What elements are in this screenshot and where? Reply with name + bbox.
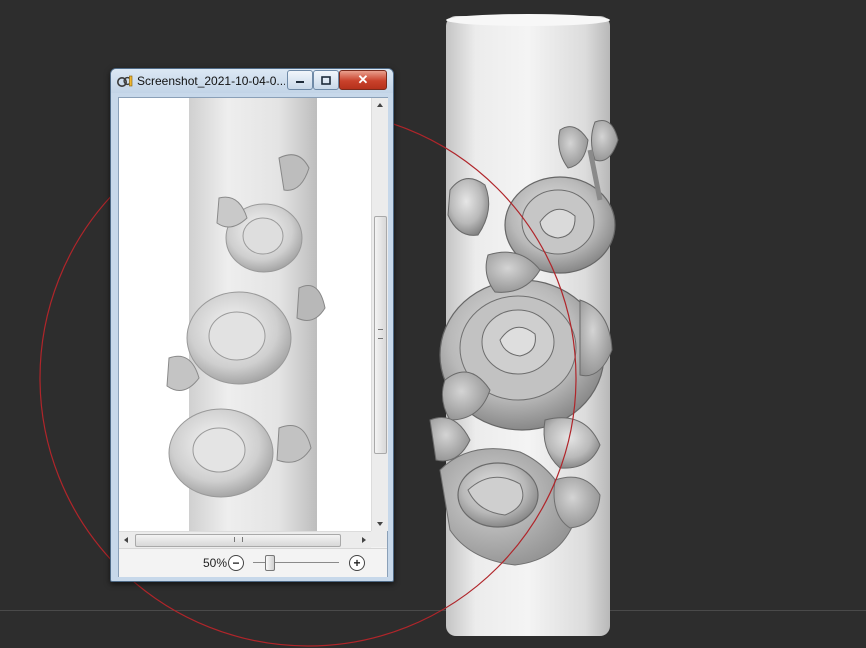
scroll-left-arrow-icon	[124, 537, 128, 543]
zoom-slider-thumb[interactable]	[265, 555, 275, 571]
close-button[interactable]: ✕	[339, 70, 387, 90]
zoom-in-button[interactable]: +	[349, 555, 365, 571]
maximize-button[interactable]	[313, 70, 339, 90]
displayed-photo[interactable]	[119, 98, 371, 531]
scroll-right-arrow-icon	[362, 537, 366, 543]
photo-viewer-app-icon	[117, 75, 133, 87]
scroll-left-button[interactable]	[119, 532, 133, 548]
photo-viewer-window[interactable]: Screenshot_2021-10-04-0... ✕ 50% − +	[110, 68, 394, 582]
zoom-status-bar: 50% − +	[119, 548, 387, 577]
minimize-icon	[296, 81, 304, 83]
vertical-scrollbar[interactable]	[371, 98, 388, 531]
zoom-out-button[interactable]: −	[228, 555, 244, 571]
rose-cylinder-photo	[119, 98, 371, 531]
zoom-in-icon: +	[353, 556, 361, 570]
window-title: Screenshot_2021-10-04-0...	[137, 74, 285, 88]
zoom-level-label: 50%	[202, 556, 227, 570]
scroll-up-arrow-icon	[377, 103, 383, 107]
window-title-bar[interactable]: Screenshot_2021-10-04-0... ✕	[111, 69, 393, 93]
vertical-scroll-thumb[interactable]	[374, 216, 387, 454]
horizontal-scrollbar[interactable]	[119, 531, 371, 548]
zoom-out-icon: −	[232, 556, 240, 570]
scrollbar-corner	[371, 531, 387, 547]
close-icon: ✕	[357, 72, 369, 87]
scroll-down-button[interactable]	[372, 517, 388, 531]
maximize-icon	[321, 75, 331, 85]
horizontal-scroll-thumb[interactable]	[135, 534, 341, 547]
viewer-client-area: 50% − +	[118, 97, 388, 577]
grip-icon	[378, 329, 383, 339]
grip-icon	[234, 537, 243, 542]
scroll-up-button[interactable]	[372, 98, 388, 112]
minimize-button[interactable]	[287, 70, 313, 90]
scroll-down-arrow-icon	[377, 522, 383, 526]
scroll-right-button[interactable]	[357, 532, 371, 548]
